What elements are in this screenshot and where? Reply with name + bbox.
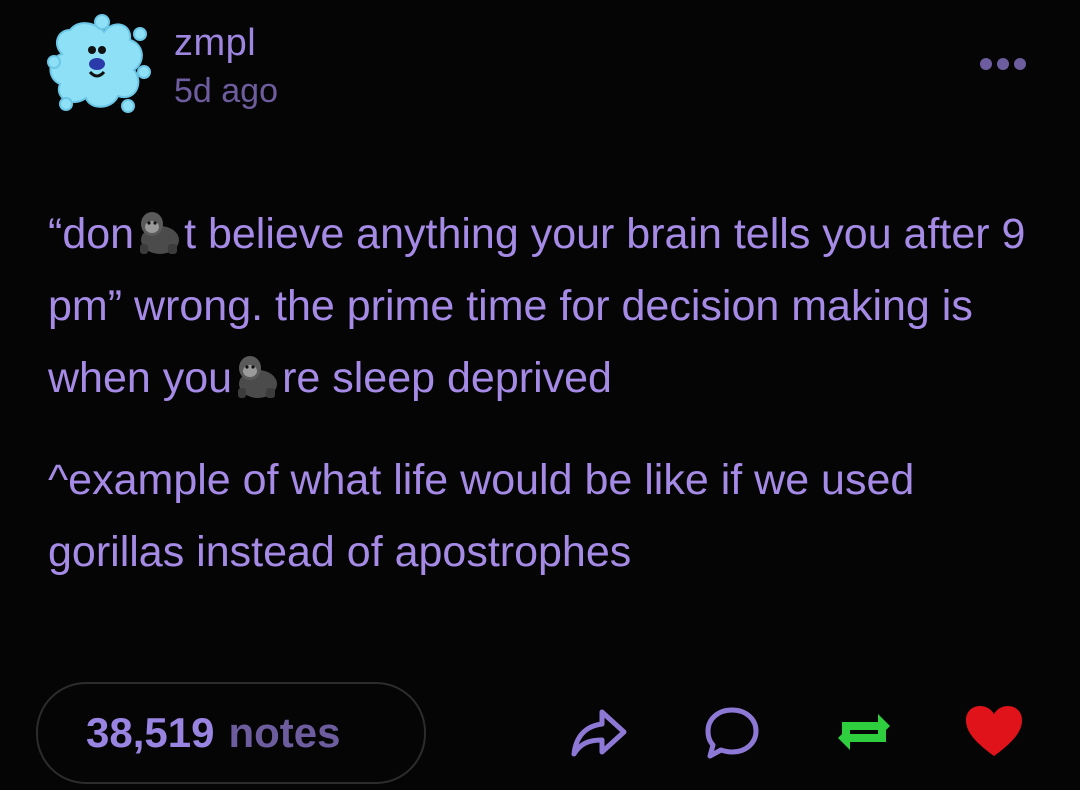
reply-button[interactable] <box>700 700 764 764</box>
notes-button[interactable]: 38,519 notes <box>36 682 426 784</box>
post-paragraph-2: ^example of what life would be like if w… <box>48 456 915 576</box>
reblog-button[interactable] <box>832 700 896 764</box>
post-body: “don t believe anything your brain tells … <box>48 198 1038 588</box>
share-icon <box>571 709 627 757</box>
more-dots-icon <box>980 58 992 70</box>
notes-label: notes <box>228 709 341 756</box>
avatar[interactable] <box>40 10 152 114</box>
gorilla-emoji-icon <box>232 350 282 400</box>
reblog-icon <box>838 714 890 750</box>
gorilla-emoji-icon <box>134 206 184 256</box>
reply-icon <box>705 707 759 759</box>
notes-count: 38,519 <box>86 709 215 756</box>
blue-plush-avatar-image <box>47 14 151 113</box>
share-button[interactable] <box>568 700 632 764</box>
like-button[interactable] <box>962 700 1026 764</box>
timestamp: 5d ago <box>174 72 278 110</box>
more-options-button[interactable] <box>980 52 1036 76</box>
username[interactable]: zmpl <box>174 22 256 65</box>
post-paragraph-1: “don t believe anything your brain tells … <box>48 198 1038 414</box>
heart-icon <box>966 706 1022 756</box>
